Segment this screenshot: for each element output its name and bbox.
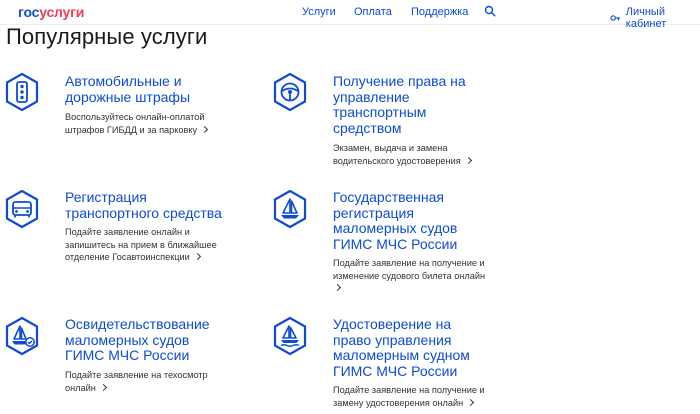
personal-cabinet-link[interactable]: Личный кабинет [610,6,700,30]
chevron-right-icon [464,156,472,164]
boat-check-icon [5,316,39,356]
card-description: Подайте заявление на получение и замену … [333,385,485,408]
steering-wheel-icon [273,72,307,112]
chevron-right-icon [201,125,209,133]
card-title[interactable]: Получение права на управление транспортн… [333,73,553,136]
gosuslugi-logo[interactable]: госуслуги [18,4,84,20]
card-title[interactable]: Освидетельствование маломерных судов ГИМ… [65,316,285,364]
card-description: Воспользуйтесь онлайн-оплатой штрафов ГИ… [65,111,225,136]
nav-link-services[interactable]: Услуги [302,6,336,18]
chevron-right-icon [99,383,107,391]
card-description: Подайте заявление онлайн и запишитесь на… [65,227,217,262]
top-header: госуслуги Услуги Оплата Поддержка Личный… [0,0,700,30]
card-title[interactable]: Удостоверение на право управления маломе… [333,316,553,379]
personal-cabinet-label: Личный кабинет [625,6,667,30]
chevron-right-icon [467,398,475,406]
sailboat-license-icon [273,316,307,356]
card-title[interactable]: Автомобильные и дорожные штрафы [65,73,285,105]
search-icon[interactable] [484,5,496,17]
card-description: Подайте заявление на получение и изменен… [333,257,503,295]
nav-link-payment[interactable]: Оплата [354,6,392,18]
page-title: Популярные услуги [6,24,208,49]
card-title[interactable]: Государственная регистрация маломерных с… [333,189,553,252]
card-title[interactable]: Регистрация транспортного средства [65,189,285,221]
chevron-right-icon [193,252,201,261]
traffic-light-icon [5,72,39,112]
key-icon [610,15,620,21]
nav-link-support[interactable]: Поддержка [411,6,468,18]
sailboat-icon [273,189,307,229]
card-description: Экзамен, выдача и замена водительского у… [333,142,493,167]
car-front-icon [5,189,39,229]
chevron-right-icon [333,283,342,292]
card-description: Подайте заявление на техосмотр онлайн [65,370,208,393]
